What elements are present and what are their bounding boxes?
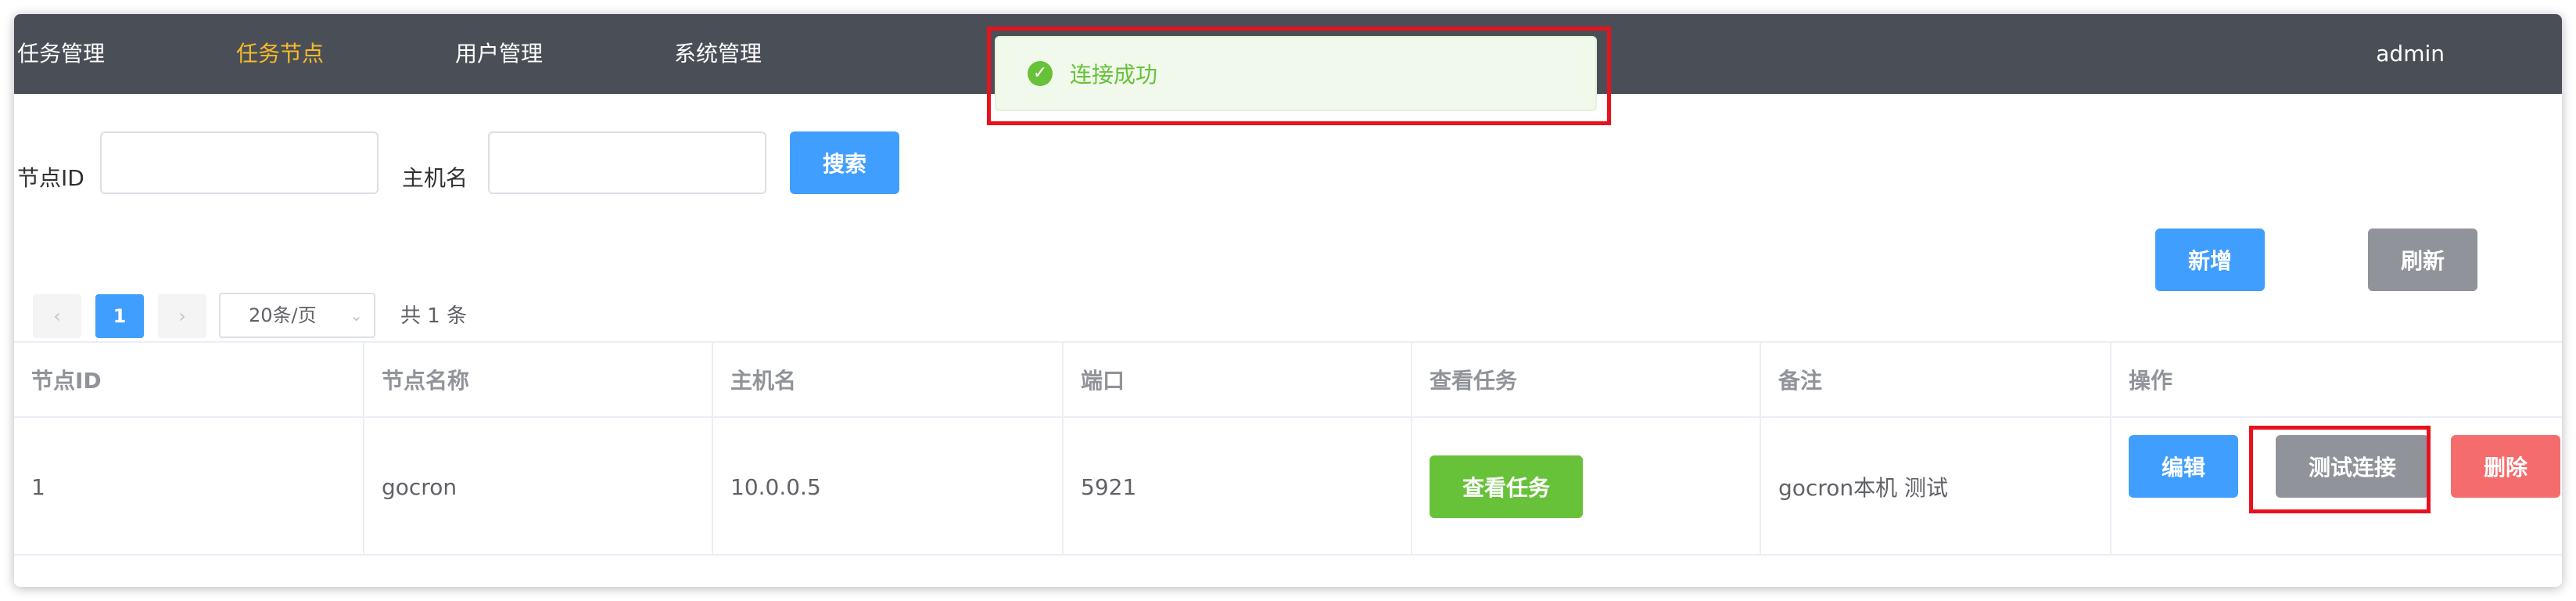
user-menu[interactable]: admin xyxy=(2376,14,2445,94)
toast-message: 连接成功 xyxy=(1070,62,1158,88)
page-size-value: 20条/页 xyxy=(249,304,317,326)
pagination-prev-button[interactable]: ‹ xyxy=(33,294,81,338)
nav-item-task-management[interactable]: 任务管理 xyxy=(17,14,105,94)
header-actions: 操作 xyxy=(2129,368,2173,394)
header-view-tasks: 查看任务 xyxy=(1412,343,1761,416)
refresh-button[interactable]: 刷新 xyxy=(2368,229,2477,291)
nodes-table: 节点ID 节点名称 主机名 端口 查看任务 备注 操作 1 gocron 10.… xyxy=(14,341,2562,556)
view-tasks-button[interactable]: 查看任务 xyxy=(1430,455,1583,518)
cell-port: 5921 xyxy=(1064,418,1412,556)
header-port: 端口 xyxy=(1064,343,1412,416)
cell-hostname: 10.0.0.5 xyxy=(713,418,1064,556)
header-node-name: 节点名称 xyxy=(364,343,713,416)
edit-button[interactable]: 编辑 xyxy=(2129,435,2238,498)
header-remark: 备注 xyxy=(1761,343,2111,416)
nav-item-system-management[interactable]: 系统管理 xyxy=(674,14,762,94)
search-button[interactable]: 搜索 xyxy=(790,131,899,194)
node-id-input[interactable] xyxy=(100,131,379,194)
cell-node-id: 1 xyxy=(14,418,364,556)
page-size-select[interactable]: 20条/页 ⌄ xyxy=(219,293,375,338)
pagination-page-1[interactable]: 1 xyxy=(95,294,144,338)
pagination-total: 共 1 条 xyxy=(400,304,468,328)
nav-item-user-management[interactable]: 用户管理 xyxy=(455,14,543,94)
chevron-down-icon: ⌄ xyxy=(350,306,363,325)
delete-button[interactable]: 删除 xyxy=(2451,435,2560,498)
header-hostname: 主机名 xyxy=(713,343,1064,416)
cell-actions: 编辑 测试连接 删除 xyxy=(2111,418,2562,556)
table-row: 1 gocron 10.0.0.5 5921 查看任务 gocron本机 测试 … xyxy=(14,418,2562,556)
chevron-left-icon: ‹ xyxy=(53,305,61,327)
add-button[interactable]: 新增 xyxy=(2155,229,2265,291)
cell-view-tasks: 查看任务 xyxy=(1412,418,1761,556)
nav-item-task-nodes[interactable]: 任务节点 xyxy=(236,14,324,94)
test-connection-button[interactable]: 测试连接 xyxy=(2276,435,2429,498)
chevron-right-icon: › xyxy=(178,305,186,327)
node-id-label: 节点ID xyxy=(17,165,84,191)
success-toast: ✓ 连接成功 xyxy=(995,36,1597,111)
hostname-label: 主机名 xyxy=(402,165,468,191)
cell-node-name: gocron xyxy=(364,418,713,556)
header-node-id: 节点ID xyxy=(14,343,364,416)
pagination-next-button[interactable]: › xyxy=(158,294,206,338)
success-check-icon: ✓ xyxy=(1028,61,1053,86)
cell-remark: gocron本机 测试 xyxy=(1761,418,2111,556)
table-header-row: 节点ID 节点名称 主机名 端口 查看任务 备注 操作 xyxy=(14,343,2562,418)
hostname-input[interactable] xyxy=(488,131,766,194)
